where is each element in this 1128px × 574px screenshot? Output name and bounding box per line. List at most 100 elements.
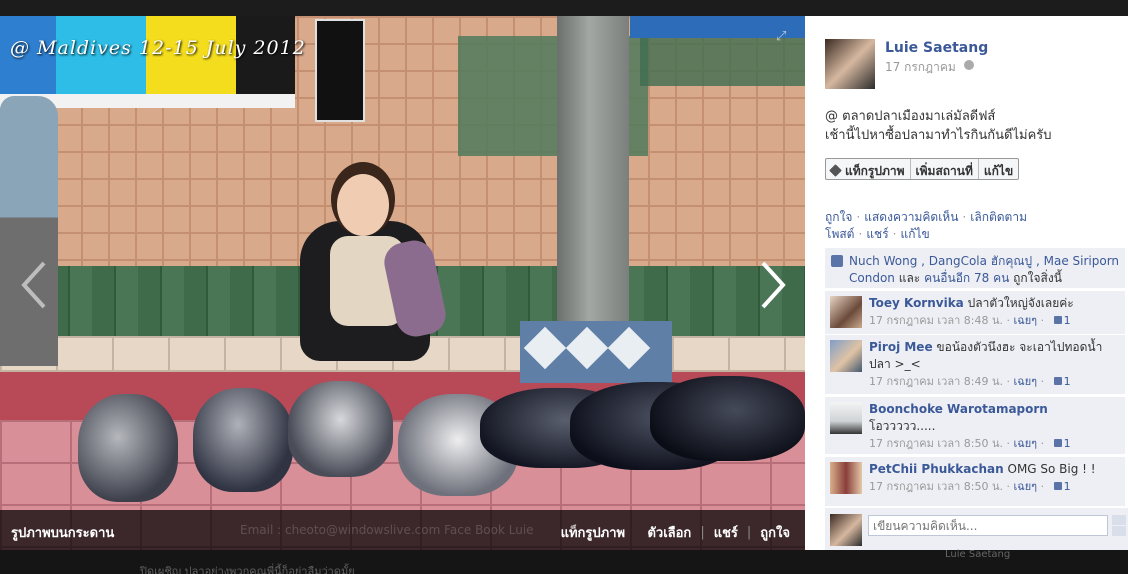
comment-like-count[interactable]: 1	[1064, 375, 1071, 388]
photo-caption: @ Maldives 12-15 July 2012	[10, 37, 306, 59]
comment-reply-link[interactable]: เฉยๆ	[1013, 375, 1037, 388]
man-standing	[0, 96, 58, 366]
comment-time[interactable]: 17 กรกฎาคม เวลา 8:50 น.	[869, 480, 1003, 493]
owner-name[interactable]: Luie Saetang	[885, 40, 988, 56]
tuna-fish	[650, 376, 805, 461]
diamond-tile	[565, 326, 609, 370]
edit-button[interactable]: แก้ไข	[977, 159, 1018, 179]
commenter-name[interactable]: PetChii Phukkachan	[869, 462, 1004, 476]
notice-board	[315, 19, 365, 122]
my-avatar	[830, 514, 862, 546]
comment-like-count[interactable]: 1	[1064, 480, 1071, 493]
commenter-name[interactable]: Boonchoke Warotamaporn	[869, 402, 1048, 416]
add-location-button[interactable]: เพิ่มสถานที่	[909, 159, 978, 179]
thumbs-up-icon	[1053, 482, 1062, 490]
comment-like-count[interactable]: 1	[1064, 314, 1071, 327]
comment-item: Boonchoke Warotamaporn โอววววว..... 17 ก…	[825, 396, 1125, 454]
comment-text: โอววววว.....	[869, 419, 936, 433]
post-text: @ ตลาดปลาเมืองมาเล่มัลดีฟส์ เช้านี้ไปหาซ…	[825, 107, 1115, 145]
photo-footer-bar: รูปภาพบนกระดาน Email : cheoto@windowsliv…	[0, 510, 805, 550]
thumbs-up-icon	[1053, 316, 1062, 324]
tuna-fish	[193, 388, 293, 492]
photo-toolbar: แท็กรูปภาพ เพิ่มสถานที่ แก้ไข	[825, 158, 1020, 180]
thumbs-up-icon	[831, 255, 843, 267]
tag-photo-button[interactable]: แท็กรูปภาพ	[561, 522, 626, 543]
woman-head	[337, 174, 389, 236]
edit-link[interactable]: แก้ไข	[900, 227, 929, 241]
commenter-avatar[interactable]	[830, 296, 862, 328]
next-photo-button[interactable]	[755, 259, 789, 311]
options-button[interactable]: ตัวเลือก	[647, 522, 691, 543]
sidebar-scroll-area[interactable]: Luie Saetang 17 กรกฎาคม @ ตลาดปลาเมืองมา…	[805, 16, 1128, 506]
previous-photo-button[interactable]	[18, 259, 52, 311]
comment-text: ปลาตัวใหญ่จังเลยค่ะ	[967, 296, 1074, 310]
top-bar	[0, 0, 1128, 16]
pillar	[557, 16, 629, 326]
commenter-avatar[interactable]	[830, 402, 862, 434]
commenter-name[interactable]: Piroj Mee	[869, 340, 933, 354]
comment-input[interactable]	[868, 515, 1108, 536]
price-board	[0, 16, 295, 108]
tuna-fish	[78, 394, 178, 502]
separator-dot: ·	[856, 210, 861, 224]
expand-icon[interactable]: ⤢	[776, 30, 790, 44]
comment-item: PetChii Phukkachan OMG So Big ! ! 17 กรก…	[825, 456, 1125, 506]
tag-photo-toolbar-button[interactable]: แท็กรูปภาพ	[826, 159, 910, 179]
likes-and: และ	[894, 271, 925, 285]
post-text-line: @ ตลาดปลาเมืองมาเล่มัลดีฟส์	[825, 109, 996, 124]
commenter-avatar[interactable]	[830, 462, 862, 494]
separator-dot: ·	[962, 210, 967, 224]
background-post-text: ปิดเผชิญ ปลาอย่างพวกคุณพี่นี้ก็อย่าลืมว่…	[140, 565, 355, 574]
chevron-right-icon	[761, 261, 786, 309]
likes-suffix: ถูกใจสิ่งนี้	[1009, 271, 1062, 285]
scroll-down-arrow[interactable]	[1112, 526, 1126, 536]
share-button[interactable]: แชร์	[714, 522, 738, 543]
post-date[interactable]: 17 กรกฎาคม	[885, 58, 956, 77]
comment-meta: 17 กรกฎาคม เวลา 8:50 น. · เฉยๆ · 1	[869, 480, 1071, 493]
comment-meta: 17 กรกฎาคม เวลา 8:48 น. · เฉยๆ · 1	[869, 314, 1071, 327]
thumbs-up-icon	[1053, 439, 1062, 447]
comment-item: Piroj Mee ขอน้องตัวนึงฮะ จะเอาไปทอดน้ำปล…	[825, 334, 1125, 394]
comment-composer	[825, 508, 1128, 550]
photo-actions: แท็กรูปภาพ | ตัวเลือก | แชร์ | ถูกใจ	[561, 522, 790, 543]
photo[interactable]: @ Maldives 12-15 July 2012 ⤢ รูปภาพบนกระ…	[0, 16, 805, 550]
separator-dot: ·	[858, 227, 863, 241]
like-button[interactable]: ถูกใจ	[760, 522, 790, 543]
diamond-tile	[523, 326, 567, 370]
separator: |	[700, 525, 705, 540]
globe-icon[interactable]	[964, 60, 974, 70]
chevron-left-icon	[21, 261, 46, 309]
album-name[interactable]: รูปภาพบนกระดาน	[11, 522, 114, 543]
comment-time[interactable]: 17 กรกฎาคม เวลา 8:48 น.	[869, 314, 1003, 327]
commenter-avatar[interactable]	[830, 340, 862, 372]
comment-reply-link[interactable]: เฉยๆ	[1013, 314, 1037, 327]
photo-watermark: Email : cheoto@windowslive.com Face Book…	[240, 523, 534, 537]
comment-time[interactable]: 17 กรกฎาคม เวลา 8:49 น.	[869, 375, 1003, 388]
comment-text: OMG So Big ! !	[1007, 462, 1096, 476]
tag-photo-label: แท็กรูปภาพ	[845, 164, 905, 178]
comment-link[interactable]: แสดงความคิดเห็น	[864, 210, 958, 224]
diamond-tile	[607, 326, 651, 370]
share-link[interactable]: แชร์	[866, 227, 888, 241]
tuna-fish	[288, 381, 393, 477]
owner-avatar[interactable]	[825, 39, 875, 89]
separator-dot: ·	[892, 227, 897, 241]
post-text-line: เช้านี้ไปหาซื้อปลามาทำไรกินกันดีไม่ครับ	[825, 128, 1052, 143]
photo-viewer: @ Maldives 12-15 July 2012 ⤢ รูปภาพบนกระ…	[0, 0, 1128, 574]
comment-reply-link[interactable]: เฉยๆ	[1013, 437, 1037, 450]
background-name: Luie Saetang	[945, 549, 1011, 560]
likes-summary: Nuch Wong , DangCola ฮักคุณปู , Mae Siri…	[825, 248, 1125, 288]
like-link[interactable]: ถูกใจ	[825, 210, 852, 224]
separator: |	[746, 525, 752, 540]
photo-sidebar: Luie Saetang 17 กรกฎาคม @ ตลาดปลาเมืองมา…	[805, 16, 1128, 550]
comment-time[interactable]: 17 กรกฎาคม เวลา 8:50 น.	[869, 437, 1003, 450]
other-likers-link[interactable]: คนอื่นอีก 78 คน	[924, 271, 1009, 285]
commenter-name[interactable]: Toey Kornvika	[869, 296, 964, 310]
comment-like-count[interactable]: 1	[1064, 437, 1071, 450]
scroll-up-arrow[interactable]	[1112, 515, 1126, 525]
comment-reply-link[interactable]: เฉยๆ	[1013, 480, 1037, 493]
pillar-base	[520, 321, 672, 383]
post-action-links: ถูกใจ · แสดงความคิดเห็น · เลิกติดตามโพสต์ · แช…	[825, 209, 1120, 243]
comment-meta: 17 กรกฎาคม เวลา 8:49 น. · เฉยๆ · 1	[869, 375, 1071, 388]
tag-icon	[829, 164, 842, 177]
